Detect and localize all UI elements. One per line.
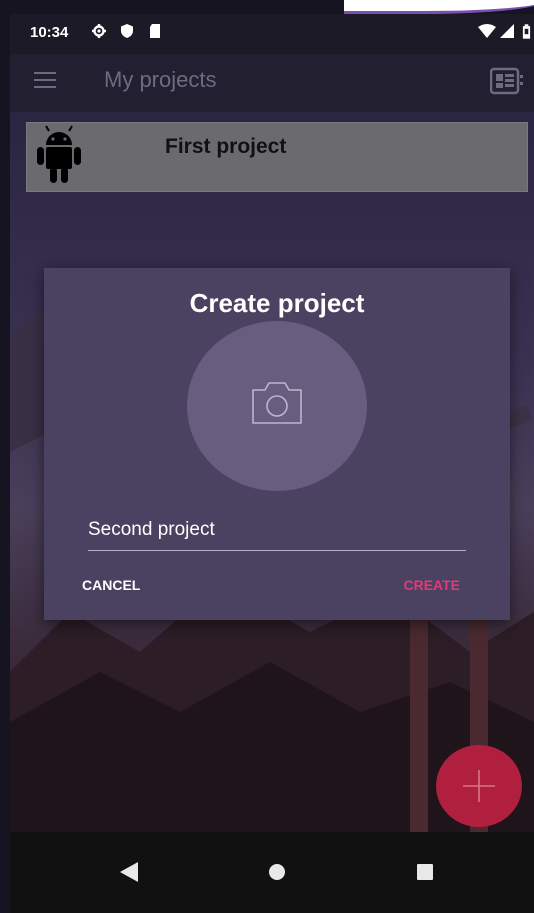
phone-screen: 10:34 My projects First project Create p… (0, 0, 534, 913)
dialog-title: Create project (189, 288, 365, 318)
project-photo-button[interactable] (187, 321, 367, 491)
home-icon[interactable] (268, 863, 286, 881)
create-project-dialog: Create project CANCEL CREATE (44, 268, 510, 620)
corner-accent (344, 0, 534, 14)
shield-icon (121, 24, 133, 38)
project-name-input[interactable] (88, 515, 466, 551)
view-toggle-icon[interactable] (490, 66, 524, 96)
status-time: 10:34 (30, 24, 69, 41)
projects-content: First project Create project CANCEL CREA… (10, 112, 534, 832)
gear-icon (92, 24, 106, 38)
plus-icon (463, 770, 495, 802)
project-name: First project (165, 135, 287, 158)
wifi-icon (478, 24, 496, 38)
navigation-bar (10, 832, 534, 913)
sd-card-icon (150, 24, 160, 38)
app-bar: My projects (10, 54, 534, 112)
cancel-button[interactable]: CANCEL (82, 577, 140, 593)
signal-icon (500, 24, 514, 38)
create-button[interactable]: CREATE (403, 577, 460, 593)
recents-icon[interactable] (416, 863, 434, 881)
android-icon (37, 125, 81, 183)
battery-icon (522, 24, 531, 39)
add-project-button[interactable] (436, 745, 522, 827)
back-icon[interactable] (120, 862, 138, 882)
status-bar: 10:34 (10, 14, 534, 54)
project-card[interactable]: First project (26, 122, 528, 192)
page-title: My projects (104, 67, 217, 92)
menu-icon[interactable] (34, 72, 56, 90)
camera-icon (252, 382, 302, 424)
